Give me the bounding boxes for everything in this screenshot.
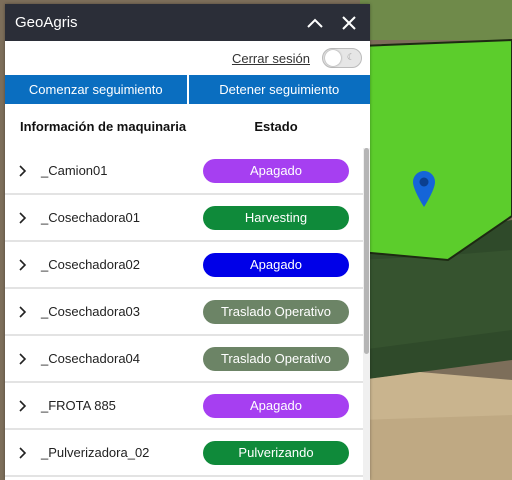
chevron-right-icon[interactable]	[5, 352, 41, 365]
panel-titlebar: GeoAgris	[5, 4, 370, 41]
scrollbar-thumb[interactable]	[364, 148, 369, 354]
table-row[interactable]: _Cosechadora01 Harvesting	[5, 195, 363, 242]
table-row[interactable]: _Pulverizadora_02 Pulverizando	[5, 430, 363, 477]
table-header: Información de maquinaria Estado	[5, 104, 370, 148]
field-polygon	[359, 38, 512, 262]
status-badge: Apagado	[203, 393, 349, 418]
close-button[interactable]	[338, 12, 360, 34]
chevron-right-icon[interactable]	[5, 211, 41, 224]
machine-name: _Cosechadora04	[41, 351, 141, 366]
chevron-right-icon[interactable]	[5, 258, 41, 271]
chevron-up-icon	[307, 18, 323, 28]
chevron-right-icon[interactable]	[5, 399, 41, 412]
machine-name: _Camion01	[41, 163, 108, 178]
tracking-panel: GeoAgris Cerrar sesión ☾ Comenzar seguim…	[5, 4, 370, 480]
chevron-right-icon[interactable]	[5, 446, 41, 459]
status-badge: Apagado	[203, 252, 349, 277]
machine-name: _Pulverizadora_02	[41, 445, 150, 460]
tracking-actions: Comenzar seguimiento Detener seguimiento	[5, 75, 370, 104]
machine-name: _Cosechadora03	[41, 304, 141, 319]
list-scrollbar[interactable]	[363, 148, 370, 480]
chevron-right-icon[interactable]	[5, 164, 41, 177]
dark-mode-toggle[interactable]: ☾	[322, 48, 362, 68]
column-header-state: Estado	[254, 118, 298, 134]
column-header-info: Información de maquinaria	[20, 118, 187, 134]
table-row[interactable]: _Cosechadora04 Traslado Operativo	[5, 336, 363, 383]
status-badge: Traslado Operativo	[203, 346, 349, 371]
machine-name: _Cosechadora02	[41, 257, 141, 272]
collapse-button[interactable]	[304, 12, 326, 34]
status-badge: Pulverizando	[203, 440, 349, 465]
app-title: GeoAgris	[15, 14, 78, 31]
chevron-right-icon[interactable]	[5, 305, 41, 318]
machinery-list: _Camion01 Apagado _Cosechadora01 Harvest…	[5, 148, 363, 477]
start-tracking-button[interactable]: Comenzar seguimiento	[5, 75, 187, 104]
status-badge: Apagado	[203, 158, 349, 183]
session-row: Cerrar sesión ☾	[5, 41, 370, 75]
table-row[interactable]: _Cosechadora03 Traslado Operativo	[5, 289, 363, 336]
moon-icon: ☾	[346, 52, 355, 62]
machine-name: _Cosechadora01	[41, 210, 141, 225]
close-icon	[342, 15, 356, 30]
status-badge: Harvesting	[203, 205, 349, 230]
stop-tracking-button[interactable]: Detener seguimiento	[186, 75, 370, 104]
map-pin-icon[interactable]	[413, 171, 435, 207]
table-row[interactable]: _FROTA 885 Apagado	[5, 383, 363, 430]
machine-name: _FROTA 885	[41, 398, 116, 413]
toggle-knob	[325, 50, 341, 66]
status-badge: Traslado Operativo	[203, 299, 349, 324]
logout-link[interactable]: Cerrar sesión	[232, 51, 310, 66]
table-row[interactable]: _Camion01 Apagado	[5, 148, 363, 195]
table-row[interactable]: _Cosechadora02 Apagado	[5, 242, 363, 289]
